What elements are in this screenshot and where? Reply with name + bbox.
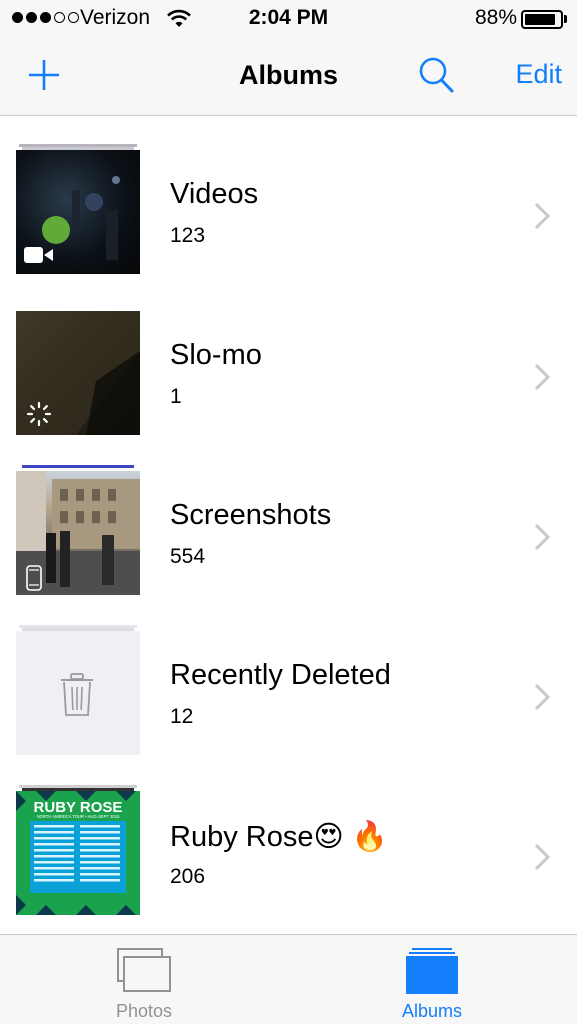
battery-fill [525,14,555,25]
chevron-right-icon [534,363,550,391]
battery-cap [564,15,567,23]
album-name: Slo-mo [170,339,262,371]
album-count: 12 [170,705,194,728]
album-count: 123 [170,224,206,247]
thumbnail-stack-edge [22,465,134,468]
album-name: Videos [170,178,259,210]
album-thumbnail [16,631,140,755]
page-title: Albums [238,60,338,90]
album-row-ruby-rose[interactable]: RUBY ROSE NORTH AMERICA TOUR • AUG-SEPT … [0,785,577,927]
album-name: Recently Deleted [170,659,391,691]
album-thumbnail [16,311,140,435]
video-camera-icon [24,247,53,263]
iphone-icon [26,565,42,591]
tab-label: Photos [115,1001,173,1021]
album-name: Screenshots [170,499,332,531]
album-row-slo-mo[interactable]: Slo-mo 1 [0,307,577,447]
album-count: 554 [170,545,206,568]
status-bar: Verizon 2:04 PM 88% [0,0,577,38]
trash-icon [61,673,93,716]
album-row-recently-deleted[interactable]: Recently Deleted 12 [0,625,577,767]
poster-subtitle: NORTH AMERICA TOUR • AUG-SEPT 2015 [37,814,121,819]
albums-icon [406,948,458,994]
album-name: Ruby Rose😍 🔥 [170,821,388,853]
tab-photos[interactable]: Photos [44,935,244,1024]
album-row-screenshots[interactable]: Screenshots 554 [0,465,577,607]
chevron-right-icon [534,202,550,230]
battery-percent: 88% [474,6,517,29]
search-icon[interactable] [418,56,456,96]
chevron-right-icon [534,843,550,871]
chevron-right-icon [534,523,550,551]
tab-bar: Photos Albums [0,934,577,1024]
album-row-videos[interactable]: Videos 123 [0,144,577,286]
chevron-right-icon [534,683,550,711]
tab-label: Albums [401,1001,463,1021]
photos-stack-icon [117,948,171,992]
navigation-bar: Albums Edit [0,38,577,116]
tab-albums[interactable]: Albums [332,935,532,1024]
album-thumbnail [16,471,140,595]
battery-icon [521,10,563,29]
slo-mo-icon [26,401,52,427]
album-thumbnail: RUBY ROSE NORTH AMERICA TOUR • AUG-SEPT … [16,791,140,915]
edit-button[interactable]: Edit [515,59,562,90]
album-count: 1 [170,385,182,408]
album-count: 206 [170,865,206,888]
album-thumbnail [16,150,140,274]
tour-poster-image: RUBY ROSE NORTH AMERICA TOUR • AUG-SEPT … [16,791,140,915]
